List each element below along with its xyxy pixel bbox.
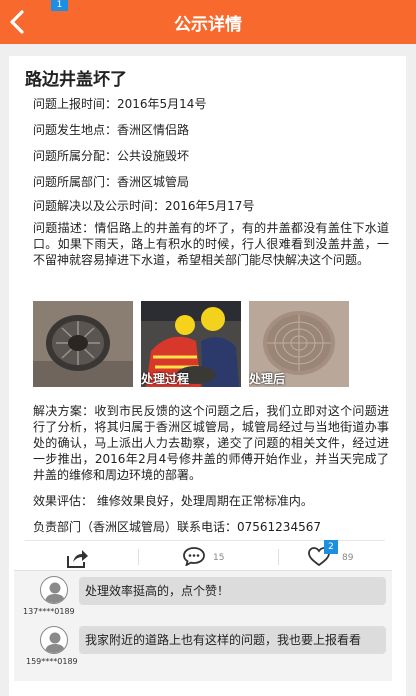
divider	[138, 549, 139, 565]
resolve-time: 问题解决以及公示时间：2016年5月17号	[33, 199, 255, 213]
share-button[interactable]	[65, 541, 91, 571]
avatar	[40, 576, 68, 604]
top-bar: 1 公示详情	[0, 0, 416, 44]
action-bar: 15 2 89	[25, 540, 385, 570]
comment-button[interactable]: 15	[183, 541, 243, 571]
like-button[interactable]: 2 89	[308, 540, 368, 571]
issue-location: 问题发生地点：香洲区情侣路	[33, 123, 190, 137]
divider	[278, 549, 279, 565]
contact-text: 负责部门（香洲区城管局）联系电话：07561234567	[33, 520, 321, 534]
solution-text: 解决方案：收到市民反馈的这个问题之后，我们立即对这个问题进行了分析，将其归属于香…	[33, 404, 389, 482]
photo-caption: 处理后	[249, 372, 286, 386]
report-time: 问题上报时间：2016年5月14号	[33, 97, 207, 111]
comment-bubble: 我家附近的道路上也有这样的问题，我也要上报看看	[79, 626, 386, 654]
like-badge: 2	[324, 540, 338, 554]
photo-process[interactable]: 处理过程	[141, 301, 241, 387]
photo-after[interactable]: 处理后	[249, 301, 349, 387]
share-icon	[67, 550, 88, 568]
issue-category: 问题所属分配：公共设施毁坏	[33, 149, 190, 163]
like-count: 89	[342, 553, 354, 563]
avatar	[40, 626, 68, 654]
page-title: 公示详情	[174, 15, 242, 35]
comment-user: 159****0189	[26, 657, 78, 666]
comment-user: 137****0189	[23, 607, 75, 616]
issue-title: 路边井盖坏了	[25, 70, 127, 90]
photo-before[interactable]	[33, 301, 133, 387]
comment-count: 15	[213, 553, 225, 563]
issue-description: 问题描述：情侣路上的井盖有的坏了，有的井盖都没有盖住下水道口。如果下雨天，路上有…	[33, 221, 389, 267]
evaluation-text: 效果评估： 维修效果良好，处理周期在正常标准内。	[33, 494, 313, 508]
issue-department: 问题所属部门：香洲区城管局	[33, 175, 190, 189]
photo-caption: 处理过程	[141, 372, 190, 386]
comment-icon	[183, 547, 205, 566]
comment-bubble: 处理效率挺高的，点个赞！	[79, 577, 386, 605]
